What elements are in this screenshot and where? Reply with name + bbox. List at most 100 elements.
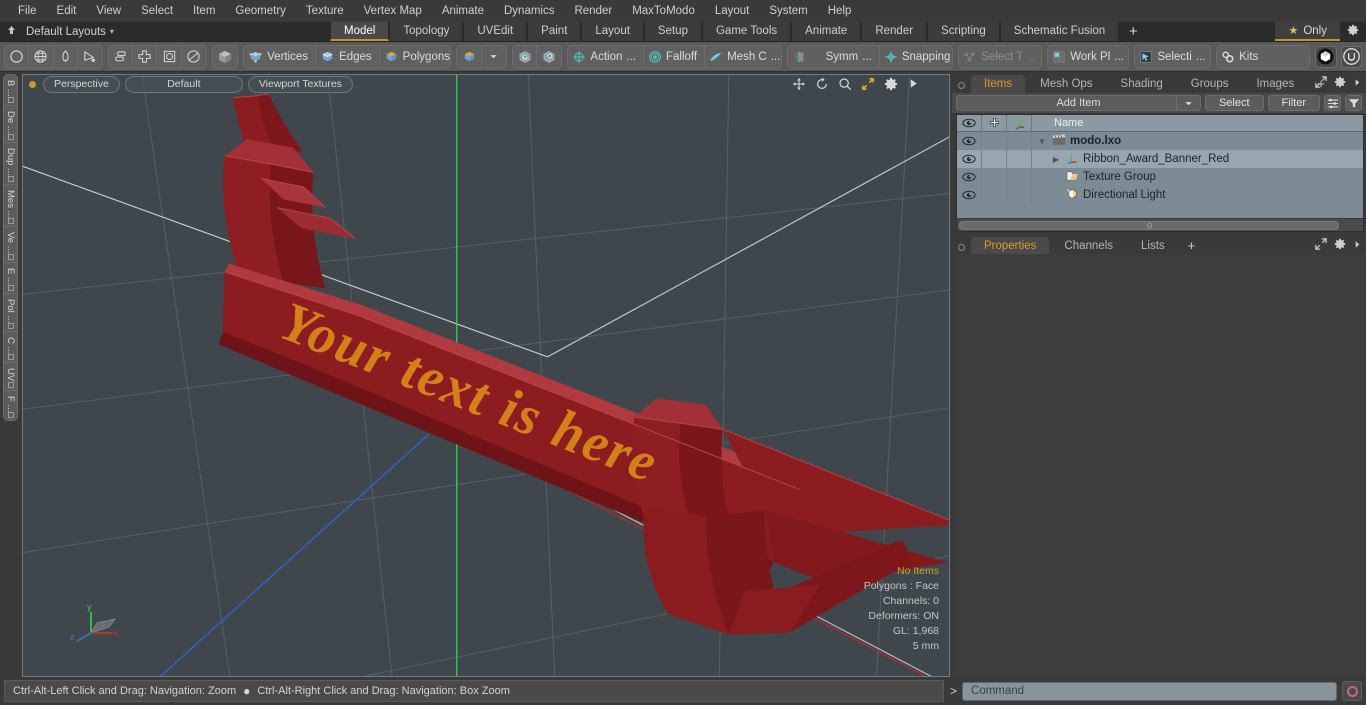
items-list[interactable]: Name ▼ modo.lxo ▶ Ribbon_Award_Banner_Re… [956,114,1364,232]
lock-add-icon[interactable] [982,115,1007,132]
tab-items[interactable]: Items [971,75,1026,93]
gear-icon[interactable] [883,76,898,91]
fit-icon[interactable] [860,76,875,91]
row-visibility-toggle[interactable] [957,186,982,204]
pivot-element-icon[interactable] [537,46,561,68]
circle-icon[interactable] [5,45,30,68]
eye-icon[interactable] [957,115,982,132]
panel-menu-dot[interactable] [958,82,965,89]
3d-viewport[interactable]: Your text is here Perspective Default Vi… [22,74,950,677]
action-center-button[interactable]: Action ... [568,45,644,68]
menu-item-file[interactable]: File [8,0,47,22]
expand-icon[interactable] [1315,76,1327,91]
unreal-icon[interactable] [1340,45,1362,68]
viewport-shading-selector[interactable]: Default [124,76,243,93]
chevron-right-icon[interactable] [1353,240,1362,252]
vertices-mode-button[interactable]: Vertices [244,45,317,68]
select-button[interactable]: Select [1204,95,1264,111]
row-add-cell[interactable] [982,168,1007,186]
row-visibility-toggle[interactable] [957,150,982,168]
command-input[interactable]: Command [962,681,1337,701]
cube-grey-icon[interactable] [213,46,237,68]
mesh-constraint-button[interactable]: Mesh C ... [705,46,781,68]
work-plane-button[interactable]: Work Pl ... [1048,46,1128,68]
left-tab-duplicate[interactable]: Dup ... [4,143,17,185]
menu-item-system[interactable]: System [759,0,817,22]
menu-item-geometry[interactable]: Geometry [225,0,296,22]
default-layouts-label[interactable]: Default Layouts [22,26,106,38]
gear-icon[interactable] [1334,238,1346,253]
tab-shading[interactable]: Shading [1108,75,1176,93]
left-tab-polygon[interactable]: Pol ... [4,294,17,332]
row-add-cell[interactable] [982,132,1007,150]
viewport-view-selector[interactable]: Perspective [43,76,120,93]
table-row[interactable]: ▼ modo.lxo [957,132,1363,150]
record-icon[interactable] [1342,681,1362,701]
curve-icon[interactable] [78,46,102,68]
symmetry-button[interactable]: Symm ... [788,45,880,68]
table-row[interactable]: ▶ Ribbon_Award_Banner_Red [957,150,1363,168]
tab-topology[interactable]: Topology [389,22,464,41]
table-row[interactable]: Directional Light [957,186,1363,204]
left-tab-basic[interactable]: B ... [4,75,17,106]
sort-icon[interactable] [1324,95,1341,111]
row-visibility-toggle[interactable] [957,168,982,186]
selection-set-button[interactable]: Selecti ... [1135,46,1210,68]
row-transform-cell[interactable] [1007,168,1032,186]
pivot-center-icon[interactable] [513,45,538,68]
items-list-scrollbar[interactable] [957,218,1363,231]
scrollbar-thumb[interactable] [959,220,1339,230]
row-content-scene[interactable]: ▼ modo.lxo [1032,132,1363,150]
substance-icon[interactable] [1315,45,1337,68]
pan-icon[interactable] [791,76,806,91]
viewport-display-selector[interactable]: Viewport Textures [247,76,353,93]
row-content-texture-group[interactable]: Texture Group [1032,168,1363,186]
tab-animate[interactable]: Animate [791,22,862,41]
cone-pen-icon[interactable] [54,45,78,68]
polygons-mode-button[interactable]: Polygons [380,46,451,68]
row-add-cell[interactable] [982,186,1007,204]
edges-mode-button[interactable]: Edges [316,45,380,68]
row-transform-cell[interactable] [1007,186,1032,204]
rotate-icon[interactable] [814,76,829,91]
sphere-icon[interactable] [29,45,54,68]
tab-uvedit[interactable]: UVEdit [463,22,528,41]
tab-channels[interactable]: Channels [1051,237,1126,255]
left-tab-deform[interactable]: De ... [4,106,17,143]
tree-expander-icon[interactable]: ▶ [1050,155,1062,164]
left-tab-fusion[interactable]: F ... [4,391,17,420]
menu-item-view[interactable]: View [86,0,131,22]
menu-item-maxtomodo[interactable]: MaxToModo [622,0,705,22]
only-toggle[interactable]: ★ Only [1275,22,1340,41]
tree-expander-icon[interactable]: ▼ [1036,137,1048,146]
row-content-mesh[interactable]: ▶ Ribbon_Award_Banner_Red [1032,150,1363,168]
stack-icon[interactable] [109,45,134,68]
layout-selector-group[interactable]: Default Layouts ▾ [0,22,330,41]
menu-item-select[interactable]: Select [131,0,183,22]
menu-item-help[interactable]: Help [818,0,862,22]
menu-item-layout[interactable]: Layout [705,0,760,22]
add-tab-button[interactable]: + [1119,22,1147,41]
tab-model[interactable]: Model [330,22,390,41]
viewport-menu-dot[interactable] [29,81,36,88]
tab-scripting[interactable]: Scripting [927,22,1000,41]
left-tab-uv[interactable]: UV [4,363,17,391]
add-item-button[interactable]: Add Item [956,95,1201,111]
gear-icon[interactable] [1334,76,1346,91]
tab-lists[interactable]: Lists [1128,237,1178,255]
tab-properties[interactable]: Properties [971,237,1050,255]
row-add-cell[interactable] [982,150,1007,168]
home-arrow-icon[interactable] [0,22,22,42]
menu-item-render[interactable]: Render [564,0,622,22]
axis-gizmo[interactable]: y x z [69,599,129,654]
left-tab-vertex[interactable]: Ve ... [4,227,17,263]
zoom-icon[interactable] [837,76,852,91]
left-tab-curve[interactable]: C ... [4,332,17,364]
chevron-down-icon[interactable]: ▾ [110,27,114,36]
play-arrow-icon[interactable] [906,76,921,91]
properties-menu-dot[interactable] [958,244,965,251]
funnel-icon[interactable] [1345,95,1362,111]
arc-circle-icon[interactable] [182,46,206,68]
table-row[interactable]: Texture Group [957,168,1363,186]
axis-icon[interactable] [1007,115,1032,132]
